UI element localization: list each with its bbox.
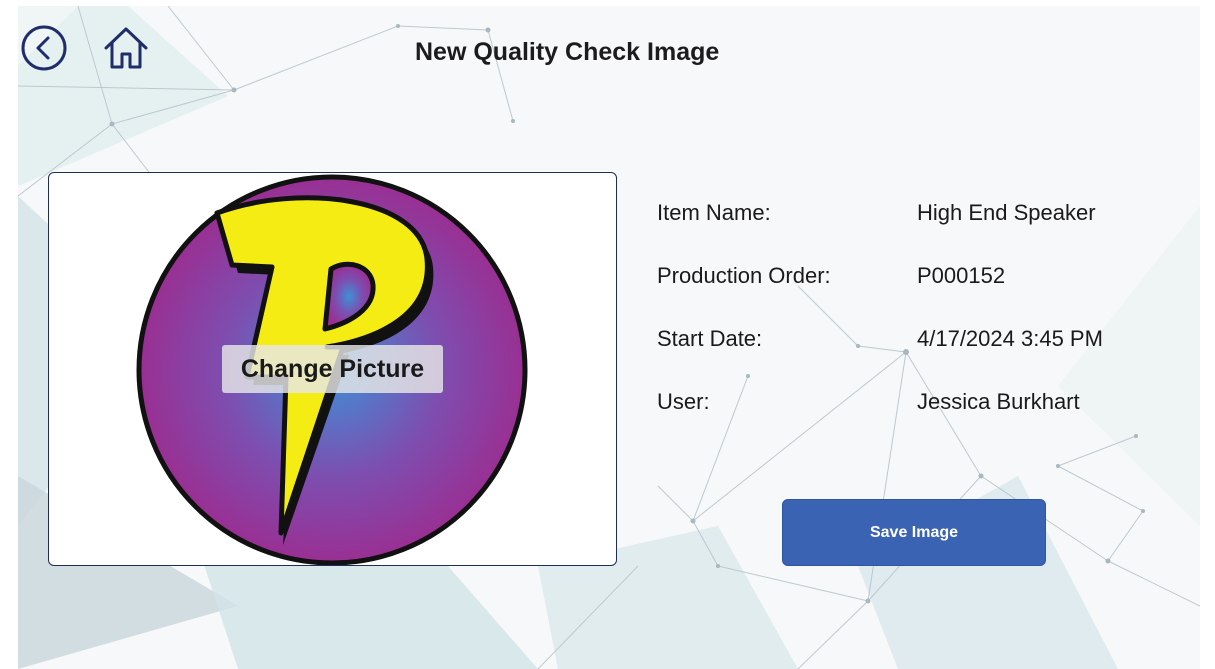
- item-name-label: Item Name:: [657, 200, 771, 225]
- circle-chevron-left-icon: [21, 25, 67, 71]
- user-value: Jessica Burkhart: [917, 389, 1080, 414]
- page-title: New Quality Check Image: [415, 38, 720, 66]
- home-button[interactable]: [102, 24, 150, 72]
- detail-row-production-order: Production Order: P000152: [657, 263, 1177, 326]
- detail-row-start-date: Start Date: 4/17/2024 3:45 PM: [657, 326, 1177, 389]
- save-image-button[interactable]: Save Image: [782, 499, 1046, 566]
- detail-row-user: User: Jessica Burkhart: [657, 389, 1177, 452]
- start-date-label: Start Date:: [657, 326, 763, 351]
- picture-frame[interactable]: Change Picture: [48, 172, 617, 566]
- home-icon: [104, 27, 148, 69]
- item-details: Item Name: High End Speaker Production O…: [657, 200, 1177, 452]
- start-date-value: 4/17/2024 3:45 PM: [917, 326, 1103, 351]
- user-label: User:: [657, 389, 710, 414]
- production-order-value: P000152: [917, 263, 1006, 288]
- change-picture-label[interactable]: Change Picture: [222, 345, 443, 393]
- back-button[interactable]: [20, 24, 68, 72]
- production-order-label: Production Order:: [657, 263, 831, 288]
- item-name-value: High End Speaker: [917, 200, 1096, 225]
- detail-row-item-name: Item Name: High End Speaker: [657, 200, 1177, 263]
